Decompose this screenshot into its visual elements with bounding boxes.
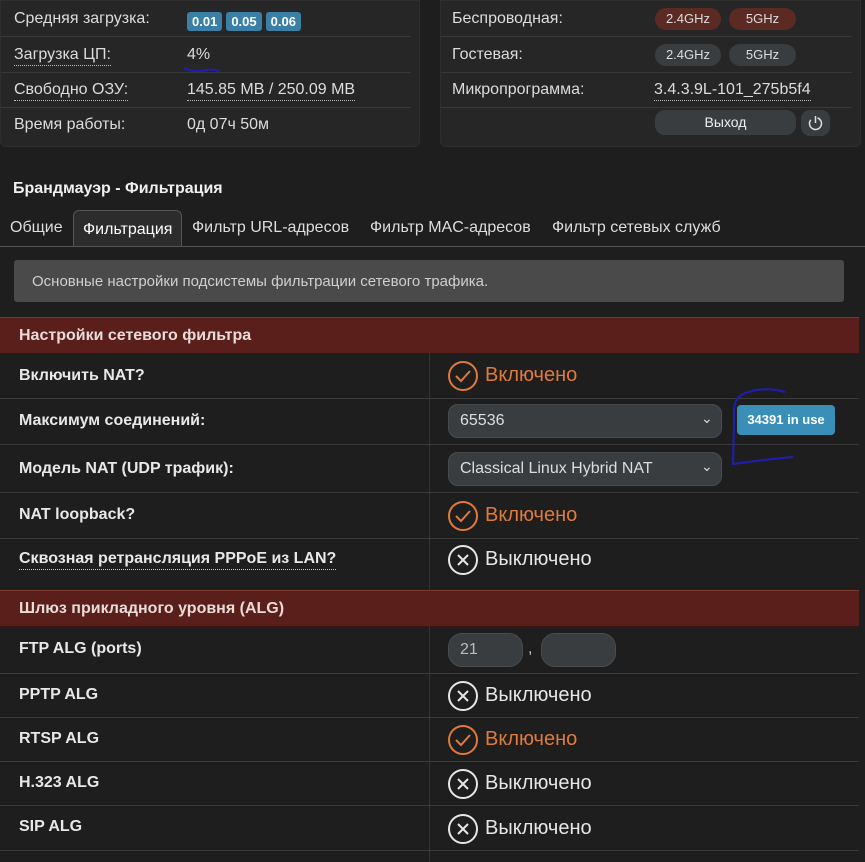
guest-2g-button[interactable]: 2.4GHz: [655, 44, 721, 66]
nat-model-label: Модель NAT (UDP трафик):: [19, 460, 234, 477]
nat-loopback-row: NAT loopback? Включено: [0, 493, 859, 539]
pptp-alg-state: Выключено: [485, 684, 592, 706]
max-connections-row: Максимум соединений: 65536 ⌄: [0, 399, 859, 445]
nat-loopback-label: NAT loopback?: [19, 506, 136, 523]
h323-alg-state: Выключено: [485, 772, 592, 794]
check-icon: [448, 725, 478, 755]
load-badge-1: 0.01: [187, 12, 223, 31]
cpu-load-value: 4%: [187, 46, 211, 63]
load-average-row: Средняя загрузка: 0.01 0.05 0.06: [1, 1, 411, 37]
pppoe-row: Сквозная ретрансляция PPPoE из LAN? Выкл…: [0, 539, 859, 589]
rtsp-alg-state: Включено: [485, 728, 578, 750]
uptime-label: Время работы:: [14, 116, 126, 133]
power-button[interactable]: [801, 110, 830, 136]
h323-alg-label: H.323 ALG: [19, 774, 100, 791]
wireless-5g-button[interactable]: 5GHz: [729, 8, 796, 30]
tab-url-filter[interactable]: Фильтр URL-адресов: [192, 219, 349, 237]
cpu-load-row: Загрузка ЦП: 4%: [1, 37, 411, 73]
network-status-panel: Беспроводная: 2.4GHz 5GHz Гостевая: 2.4G…: [440, 0, 861, 147]
nat-model-value: Classical Linux Hybrid NAT: [460, 460, 653, 477]
wireless-row: Беспроводная: 2.4GHz 5GHz: [441, 1, 852, 37]
firmware-row: Микропрограмма: 3.4.3.9L-101_275b5f4: [441, 72, 852, 108]
tab-divider: [0, 246, 865, 247]
tab-mac-filter[interactable]: Фильтр MAC-адресов: [370, 219, 531, 237]
free-ram-value: 145.85 MB / 250.09 MB: [187, 81, 356, 101]
guest-row: Гостевая: 2.4GHz 5GHz: [441, 37, 852, 73]
check-icon: [448, 361, 478, 391]
tab-general[interactable]: Общие: [10, 219, 63, 237]
sip-alg-state: Выключено: [485, 817, 592, 839]
load-average-label: Средняя загрузка:: [14, 10, 150, 27]
nat-model-select[interactable]: Classical Linux Hybrid NAT ⌄: [448, 452, 722, 486]
max-connections-select[interactable]: 65536 ⌄: [448, 404, 722, 438]
load-average-values: 0.01 0.05 0.06: [187, 12, 305, 31]
ftp-port-1-value: 21: [460, 641, 478, 658]
load-badge-15: 0.06: [265, 12, 301, 31]
nat-row: Включить NAT? Включено: [0, 353, 859, 399]
cross-icon: [448, 681, 478, 711]
section-header-filter: Настройки сетевого фильтра: [0, 317, 859, 354]
load-badge-5: 0.05: [226, 12, 262, 31]
section-header-alg: Шлюз прикладного уровня (ALG): [0, 590, 859, 627]
sip-alg-label: SIP ALG: [19, 818, 83, 835]
tab-filtering[interactable]: Фильтрация: [73, 210, 183, 247]
sip-alg-row: SIP ALG Выключено: [0, 806, 859, 851]
logout-button[interactable]: Выход: [655, 110, 796, 135]
free-ram-label[interactable]: Свободно ОЗУ:: [14, 81, 129, 101]
guest-5g-button[interactable]: 5GHz: [729, 44, 796, 66]
h323-alg-row: H.323 ALG Выключено: [0, 762, 859, 806]
tab-service-filter[interactable]: Фильтр сетевых служб: [552, 219, 721, 237]
guest-label: Гостевая:: [452, 46, 523, 63]
ftp-port-input-1[interactable]: 21: [448, 633, 523, 667]
info-box: Основные настройки подсистемы фильтрации…: [14, 260, 844, 302]
cpu-load-label[interactable]: Загрузка ЦП:: [14, 46, 111, 66]
max-connections-value: 65536: [460, 412, 505, 429]
chevron-down-icon: ⌄: [701, 410, 713, 426]
free-ram-row: Свободно ОЗУ: 145.85 MB / 250.09 MB: [1, 72, 411, 108]
cross-icon: [448, 545, 478, 575]
rtsp-alg-label: RTSP ALG: [19, 730, 100, 747]
wireless-2g-button[interactable]: 2.4GHz: [655, 8, 721, 30]
connections-in-use-badge: 34391 in use: [737, 405, 835, 435]
rtsp-alg-row: RTSP ALG Включено: [0, 718, 859, 762]
uptime-row: Время работы: 0д 07ч 50м: [1, 107, 411, 142]
check-icon: [448, 501, 478, 531]
chevron-down-icon: ⌄: [701, 458, 713, 474]
page-title: Брандмауэр - Фильтрация: [13, 180, 223, 197]
nat-state: Включено: [485, 364, 578, 386]
nat-model-row: Модель NAT (UDP трафик): Classical Linux…: [0, 445, 859, 493]
uptime-value: 0д 07ч 50м: [187, 116, 270, 133]
firmware-version-link[interactable]: 3.4.3.9L-101_275b5f4: [654, 81, 811, 101]
firmware-label: Микропрограмма:: [452, 81, 585, 98]
nat-label: Включить NAT?: [19, 367, 145, 384]
ftp-port-input-2[interactable]: [541, 633, 616, 667]
pptp-alg-label: PPTP ALG: [19, 686, 99, 703]
power-icon: [808, 116, 823, 131]
nat-loopback-state: Включено: [485, 504, 578, 526]
system-status-panel: Средняя загрузка: 0.01 0.05 0.06 Загрузка …: [0, 0, 420, 147]
info-text: Основные настройки подсистемы фильтрации…: [32, 273, 489, 290]
max-connections-label: Максимум соединений:: [19, 412, 206, 429]
pppoe-state: Выключено: [485, 548, 592, 570]
cross-icon: [448, 769, 478, 799]
cross-icon: [448, 814, 478, 844]
pppoe-label[interactable]: Сквозная ретрансляция PPPoE из LAN?: [19, 550, 337, 570]
wireless-label: Беспроводная:: [452, 10, 563, 27]
section-title-filter: Настройки сетевого фильтра: [19, 327, 252, 344]
ftp-alg-label: FTP ALG (ports): [19, 640, 142, 657]
ftp-alg-row: FTP ALG (ports): [0, 626, 859, 674]
ftp-port-separator: ,: [528, 640, 533, 657]
section-title-alg: Шлюз прикладного уровня (ALG): [19, 600, 285, 617]
pptp-alg-row: PPTP ALG Выключено: [0, 674, 859, 718]
tab-bar: Общие Фильтрация Фильтр URL-адресов Филь…: [0, 210, 865, 247]
